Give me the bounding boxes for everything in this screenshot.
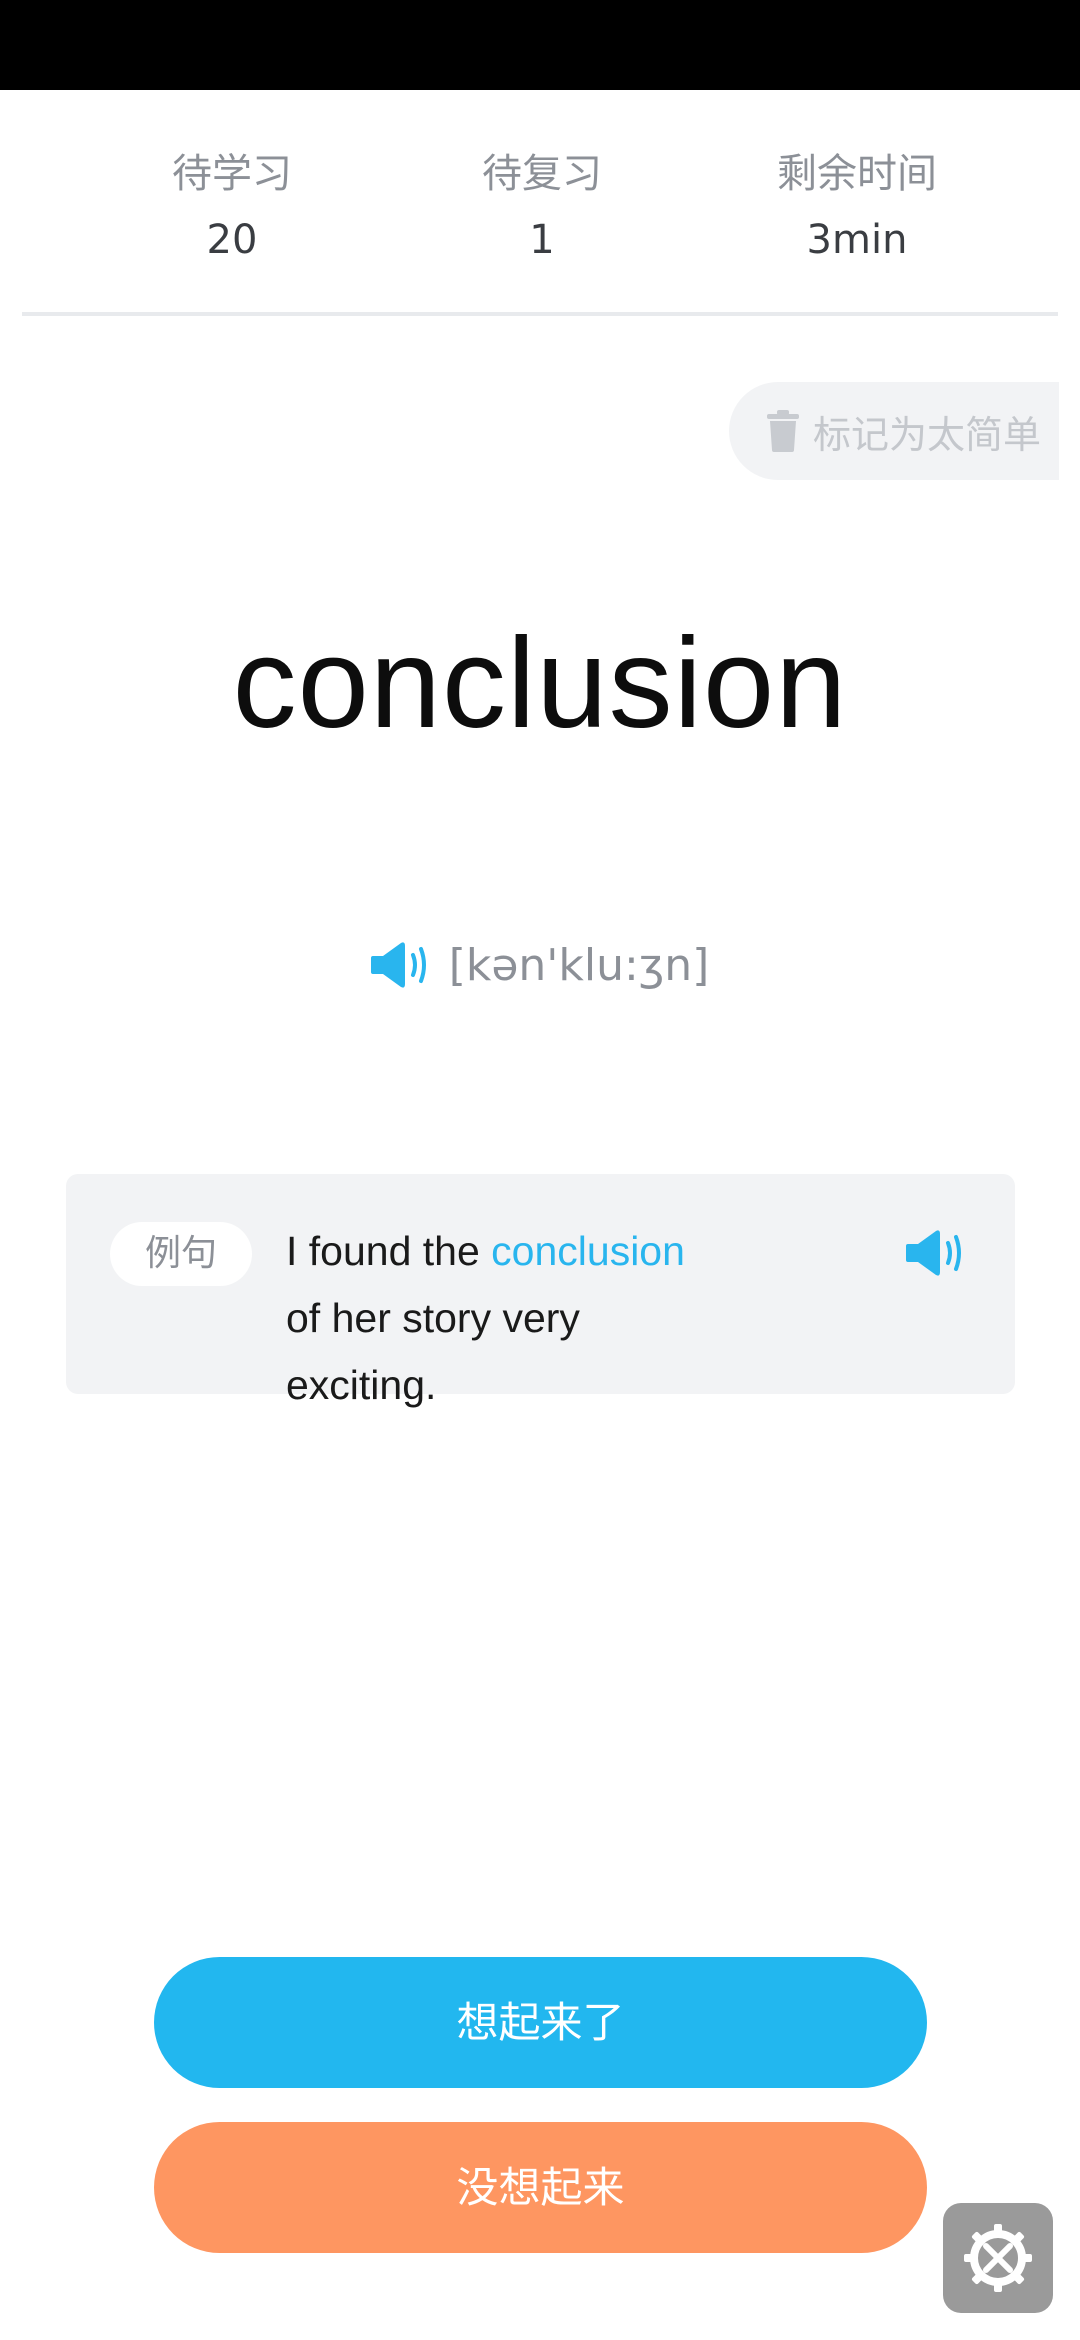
stat-label: 剩余时间 [777,151,937,197]
stat-value: 20 [206,217,258,263]
stat-to-review: 待复习 1 [422,148,662,266]
tools-button[interactable] [943,2203,1053,2313]
remembered-button[interactable]: 想起来了 [154,1957,927,2088]
example-tag: 例句 [110,1222,252,1286]
status-bar [0,0,1080,90]
not-remembered-button[interactable]: 没想起来 [154,2122,927,2253]
stat-label: 待复习 [482,151,602,197]
example-sentence-card: 例句 I found the conclusion of her story v… [66,1174,1015,1408]
trash-icon [767,410,799,452]
vocab-word: conclusion [232,612,848,755]
progress-stats: 待学习 20 待复习 1 剩余时间 3min [22,90,1058,316]
mark-too-easy-button[interactable]: 标记为太简单 [729,382,1059,480]
speaker-icon[interactable] [906,1228,964,1278]
speaker-icon[interactable] [370,940,429,990]
example-text-after: of her story very exciting. [286,1295,580,1408]
mark-too-easy-label: 标记为太简单 [813,412,1042,457]
example-text-before: I found the [286,1228,492,1274]
stat-time-left: 剩余时间 3min [722,148,992,266]
stat-value: 1 [529,217,555,263]
word-review-screen: 待学习 20 待复习 1 剩余时间 3min 标记为太简单 conclusion… [0,0,1080,2340]
tools-icon [964,2224,1032,2292]
example-highlight-word: conclusion [491,1228,685,1274]
stat-value: 3min [806,217,908,263]
phonetic-transcription: [kən'klu:ʒn] [448,939,710,991]
pronunciation-row: [kən'klu:ʒn] [0,930,1080,1000]
stat-to-learn: 待学习 20 [112,148,352,266]
example-sentence: I found the conclusion of her story very… [286,1218,696,1419]
stat-label: 待学习 [172,151,292,197]
